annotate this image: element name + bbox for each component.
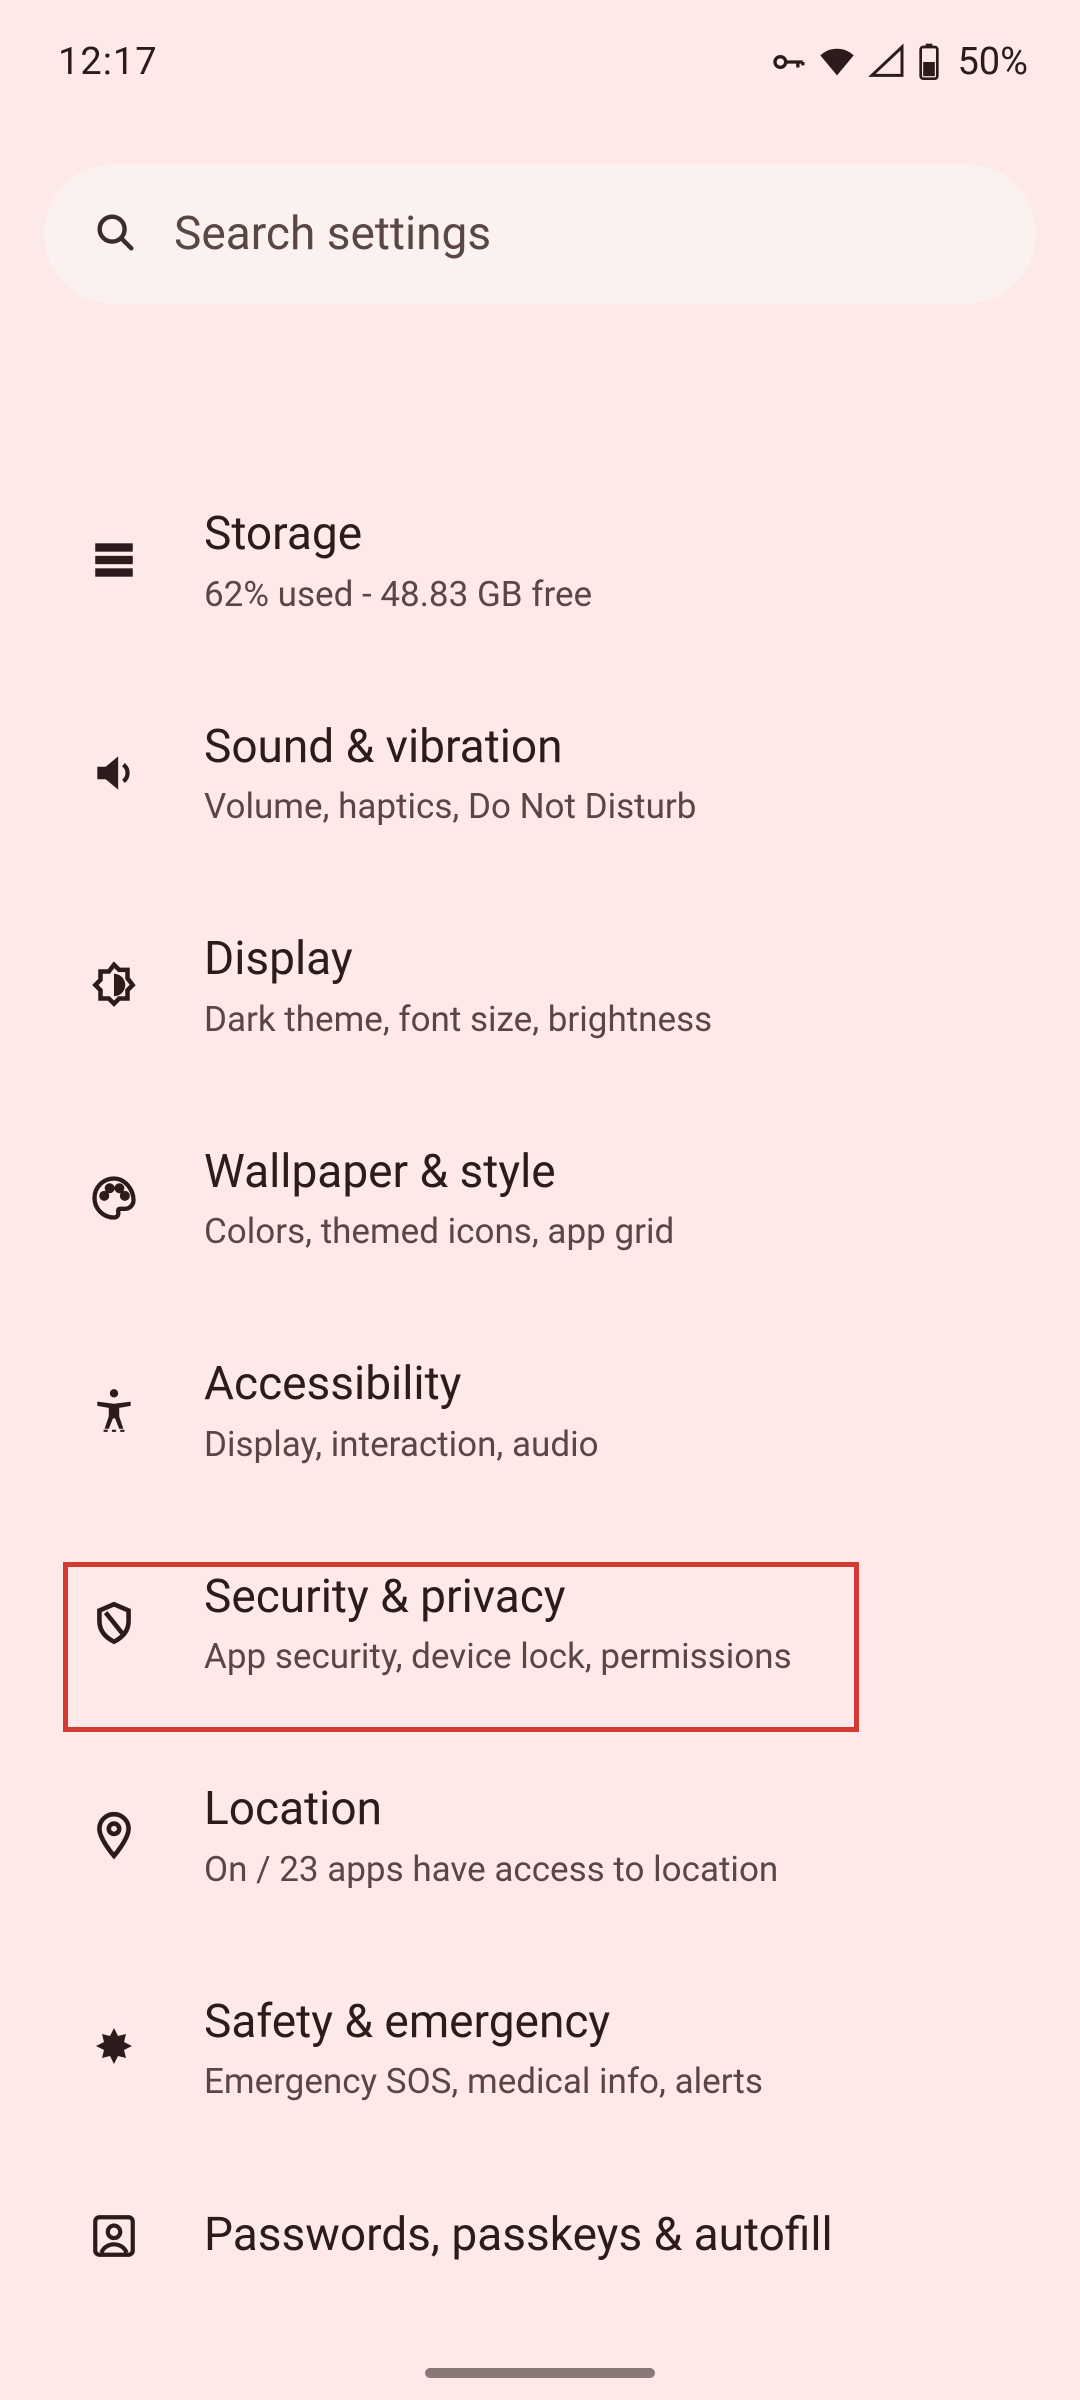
item-title: Location — [204, 1781, 1030, 1839]
signal-icon — [867, 42, 907, 82]
accessibility-icon — [84, 1380, 144, 1440]
brightness-icon — [84, 955, 144, 1015]
item-subtitle: On / 23 apps have access to location — [204, 1849, 1030, 1890]
wifi-icon — [817, 42, 857, 82]
settings-item-accessibility[interactable]: Accessibility Display, interaction, audi… — [0, 1304, 1080, 1517]
search-icon — [92, 209, 138, 259]
shield-icon — [84, 1593, 144, 1653]
item-subtitle: Colors, themed icons, app grid — [204, 1211, 1030, 1252]
settings-item-display[interactable]: Display Dark theme, font size, brightnes… — [0, 879, 1080, 1092]
settings-item-passwords[interactable]: Passwords, passkeys & autofill — [0, 2154, 1080, 2318]
status-time: 12:17 — [58, 40, 158, 84]
item-title: Accessibility — [204, 1356, 1030, 1414]
search-settings[interactable]: Search settings — [44, 164, 1036, 304]
settings-item-location[interactable]: Location On / 23 apps have access to loc… — [0, 1729, 1080, 1942]
item-subtitle: 62% used - 48.83 GB free — [204, 574, 1030, 615]
item-subtitle: App security, device lock, permissions — [204, 1636, 1030, 1677]
item-title: Wallpaper & style — [204, 1144, 1030, 1202]
status-bar: 12:17 50% — [0, 0, 1080, 102]
storage-icon — [84, 530, 144, 590]
settings-list: Storage 62% used - 48.83 GB free Sound &… — [0, 454, 1080, 2318]
status-icons: 50% — [767, 40, 1028, 84]
item-title: Security & privacy — [204, 1569, 1030, 1627]
settings-item-sound[interactable]: Sound & vibration Volume, haptics, Do No… — [0, 667, 1080, 880]
item-title: Safety & emergency — [204, 1994, 1030, 2052]
volume-icon — [84, 743, 144, 803]
item-title: Storage — [204, 506, 1030, 564]
location-icon — [84, 1805, 144, 1865]
nav-handle[interactable] — [425, 2368, 655, 2378]
search-placeholder: Search settings — [174, 207, 491, 261]
battery-percent: 50% — [957, 40, 1028, 84]
item-subtitle: Display, interaction, audio — [204, 1424, 1030, 1465]
item-subtitle: Dark theme, font size, brightness — [204, 999, 1030, 1040]
vpn-key-icon — [767, 42, 807, 82]
item-title: Passwords, passkeys & autofill — [204, 2207, 1030, 2265]
settings-item-safety[interactable]: Safety & emergency Emergency SOS, medica… — [0, 1942, 1080, 2155]
settings-item-storage[interactable]: Storage 62% used - 48.83 GB free — [0, 454, 1080, 667]
item-title: Display — [204, 931, 1030, 989]
settings-item-security[interactable]: Security & privacy App security, device … — [0, 1517, 1080, 1730]
palette-icon — [84, 1168, 144, 1228]
settings-item-wallpaper[interactable]: Wallpaper & style Colors, themed icons, … — [0, 1092, 1080, 1305]
battery-icon — [917, 42, 941, 82]
emergency-icon — [84, 2018, 144, 2078]
account-box-icon — [84, 2206, 144, 2266]
item-subtitle: Emergency SOS, medical info, alerts — [204, 2061, 1030, 2102]
item-subtitle: Volume, haptics, Do Not Disturb — [204, 786, 1030, 827]
item-title: Sound & vibration — [204, 719, 1030, 777]
